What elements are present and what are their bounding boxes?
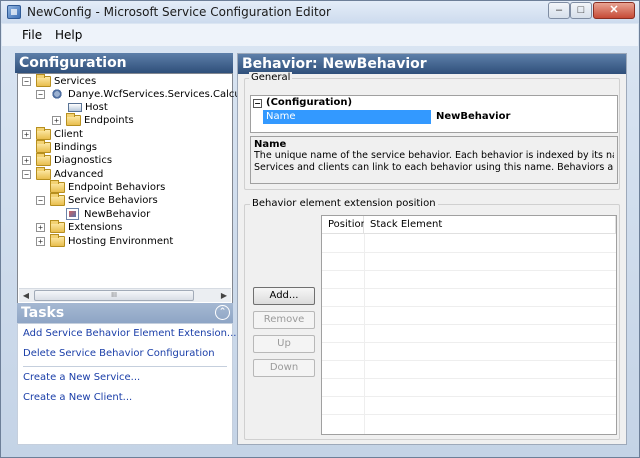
- category-label: (Configuration): [266, 97, 353, 108]
- folder-icon: [36, 140, 51, 153]
- tasks-divider: [23, 366, 227, 367]
- property-category[interactable]: − (Configuration): [251, 96, 617, 110]
- tree-item-label: Endpoints: [84, 115, 134, 126]
- tasks-list: Add Service Behavior Element Extension..…: [17, 323, 236, 445]
- grid-divider: [322, 360, 616, 361]
- menu-help[interactable]: Help: [55, 28, 82, 42]
- window-title: NewConfig - Microsoft Service Configurat…: [27, 5, 331, 19]
- collapse-icon[interactable]: −: [36, 90, 45, 99]
- tree-item-label: Diagnostics: [54, 155, 113, 166]
- collapse-tasks-icon[interactable]: ⌃: [215, 305, 230, 320]
- tree-item-label: Endpoint Behaviors: [68, 182, 166, 193]
- tree-item-label: Hosting Environment: [68, 236, 174, 247]
- behavior-icon: [66, 208, 79, 220]
- tasks-header: Tasks ⌃: [17, 303, 233, 323]
- folder-icon: [36, 74, 51, 87]
- tree-item-label: Client: [54, 129, 83, 140]
- app-icon: [7, 5, 21, 19]
- folder-icon: [66, 113, 81, 126]
- grid-divider: [322, 324, 616, 325]
- grid-divider: [364, 234, 365, 434]
- general-title: General: [249, 72, 293, 83]
- host-icon: [68, 103, 82, 112]
- behavior-panel: Behavior: NewBehavior General − (Configur…: [237, 53, 627, 445]
- expand-icon[interactable]: +: [22, 156, 31, 165]
- folder-icon: [50, 234, 65, 247]
- grid-divider: [322, 306, 616, 307]
- property-name-cell[interactable]: Name: [263, 110, 431, 124]
- down-button[interactable]: Down: [253, 359, 315, 377]
- extension-stack-list[interactable]: Position Stack Element: [321, 215, 617, 435]
- tree-item-label: Host: [85, 102, 108, 113]
- property-description: Name The unique name of the service beha…: [250, 136, 618, 184]
- close-button[interactable]: ✕: [593, 2, 635, 19]
- menu-bar: File Help: [2, 24, 638, 46]
- folder-icon: [50, 193, 65, 206]
- grid-divider: [322, 252, 616, 253]
- tree-item-label: Advanced: [54, 169, 104, 180]
- grid-divider: [322, 414, 616, 415]
- description-title: Name: [254, 139, 287, 150]
- scrollbar-thumb[interactable]: III: [34, 290, 194, 301]
- tree-item-label: Services: [54, 76, 97, 87]
- collapse-icon[interactable]: −: [36, 196, 45, 205]
- column-header-position[interactable]: Position: [322, 216, 367, 234]
- scroll-right-icon[interactable]: ▶: [217, 289, 231, 303]
- expand-icon[interactable]: +: [22, 130, 31, 139]
- scroll-left-icon[interactable]: ◀: [19, 289, 33, 303]
- create-service-link[interactable]: Create a New Service...: [23, 372, 140, 383]
- grid-divider: [322, 396, 616, 397]
- tree-item-label: NewBehavior: [84, 209, 151, 220]
- general-group: General − (Configuration) Name NewBehavio…: [244, 72, 620, 190]
- grid-divider: [322, 378, 616, 379]
- property-value-cell[interactable]: NewBehavior: [433, 110, 617, 124]
- configuration-panel: Configuration − Services − Danye.WcfServ…: [15, 53, 270, 445]
- menu-file[interactable]: File: [22, 28, 42, 42]
- extension-position-group: Add... Remove Up Down Position Stack Ele…: [244, 204, 620, 440]
- grid-divider: [322, 342, 616, 343]
- expand-icon[interactable]: +: [52, 116, 61, 125]
- grid-divider: [322, 270, 616, 271]
- grid-divider: [322, 288, 616, 289]
- description-line: The unique name of the service behavior.…: [254, 150, 614, 161]
- add-button[interactable]: Add...: [253, 287, 315, 305]
- folder-icon: [50, 180, 65, 193]
- collapse-icon[interactable]: −: [22, 170, 31, 179]
- folder-icon: [36, 127, 51, 140]
- folder-icon: [36, 153, 51, 166]
- tree-horizontal-scrollbar[interactable]: ◀ III ▶: [19, 288, 231, 302]
- configuration-header: Configuration: [15, 53, 233, 73]
- up-button[interactable]: Up: [253, 335, 315, 353]
- expand-icon[interactable]: +: [36, 237, 45, 246]
- tree-item-label: Extensions: [68, 222, 123, 233]
- service-icon: [50, 88, 64, 100]
- create-client-link[interactable]: Create a New Client...: [23, 392, 132, 403]
- tasks-title: Tasks: [21, 305, 65, 321]
- folder-icon: [36, 167, 51, 180]
- remove-button[interactable]: Remove: [253, 311, 315, 329]
- tree-item-label: Bindings: [54, 142, 97, 153]
- behavior-header: Behavior: NewBehavior: [238, 54, 626, 74]
- tree-item-label: Service Behaviors: [68, 195, 158, 206]
- minimize-button[interactable]: –: [548, 2, 570, 19]
- title-bar[interactable]: NewConfig - Microsoft Service Configurat…: [1, 1, 639, 23]
- description-line: Services and clients can link to each be…: [254, 162, 614, 173]
- collapse-icon[interactable]: −: [22, 77, 31, 86]
- delete-behavior-link[interactable]: Delete Service Behavior Configuration: [23, 348, 215, 359]
- maximize-button[interactable]: □: [570, 2, 592, 19]
- app-window: NewConfig - Microsoft Service Configurat…: [0, 0, 640, 458]
- add-extension-link[interactable]: Add Service Behavior Element Extension..…: [23, 328, 236, 339]
- property-grid[interactable]: − (Configuration) Name NewBehavior: [250, 95, 618, 133]
- folder-icon: [50, 220, 65, 233]
- column-header-stack-element[interactable]: Stack Element: [364, 216, 616, 234]
- expand-icon[interactable]: +: [36, 223, 45, 232]
- extension-position-title: Behavior element extension position: [250, 198, 438, 209]
- collapse-category-icon[interactable]: −: [253, 99, 262, 108]
